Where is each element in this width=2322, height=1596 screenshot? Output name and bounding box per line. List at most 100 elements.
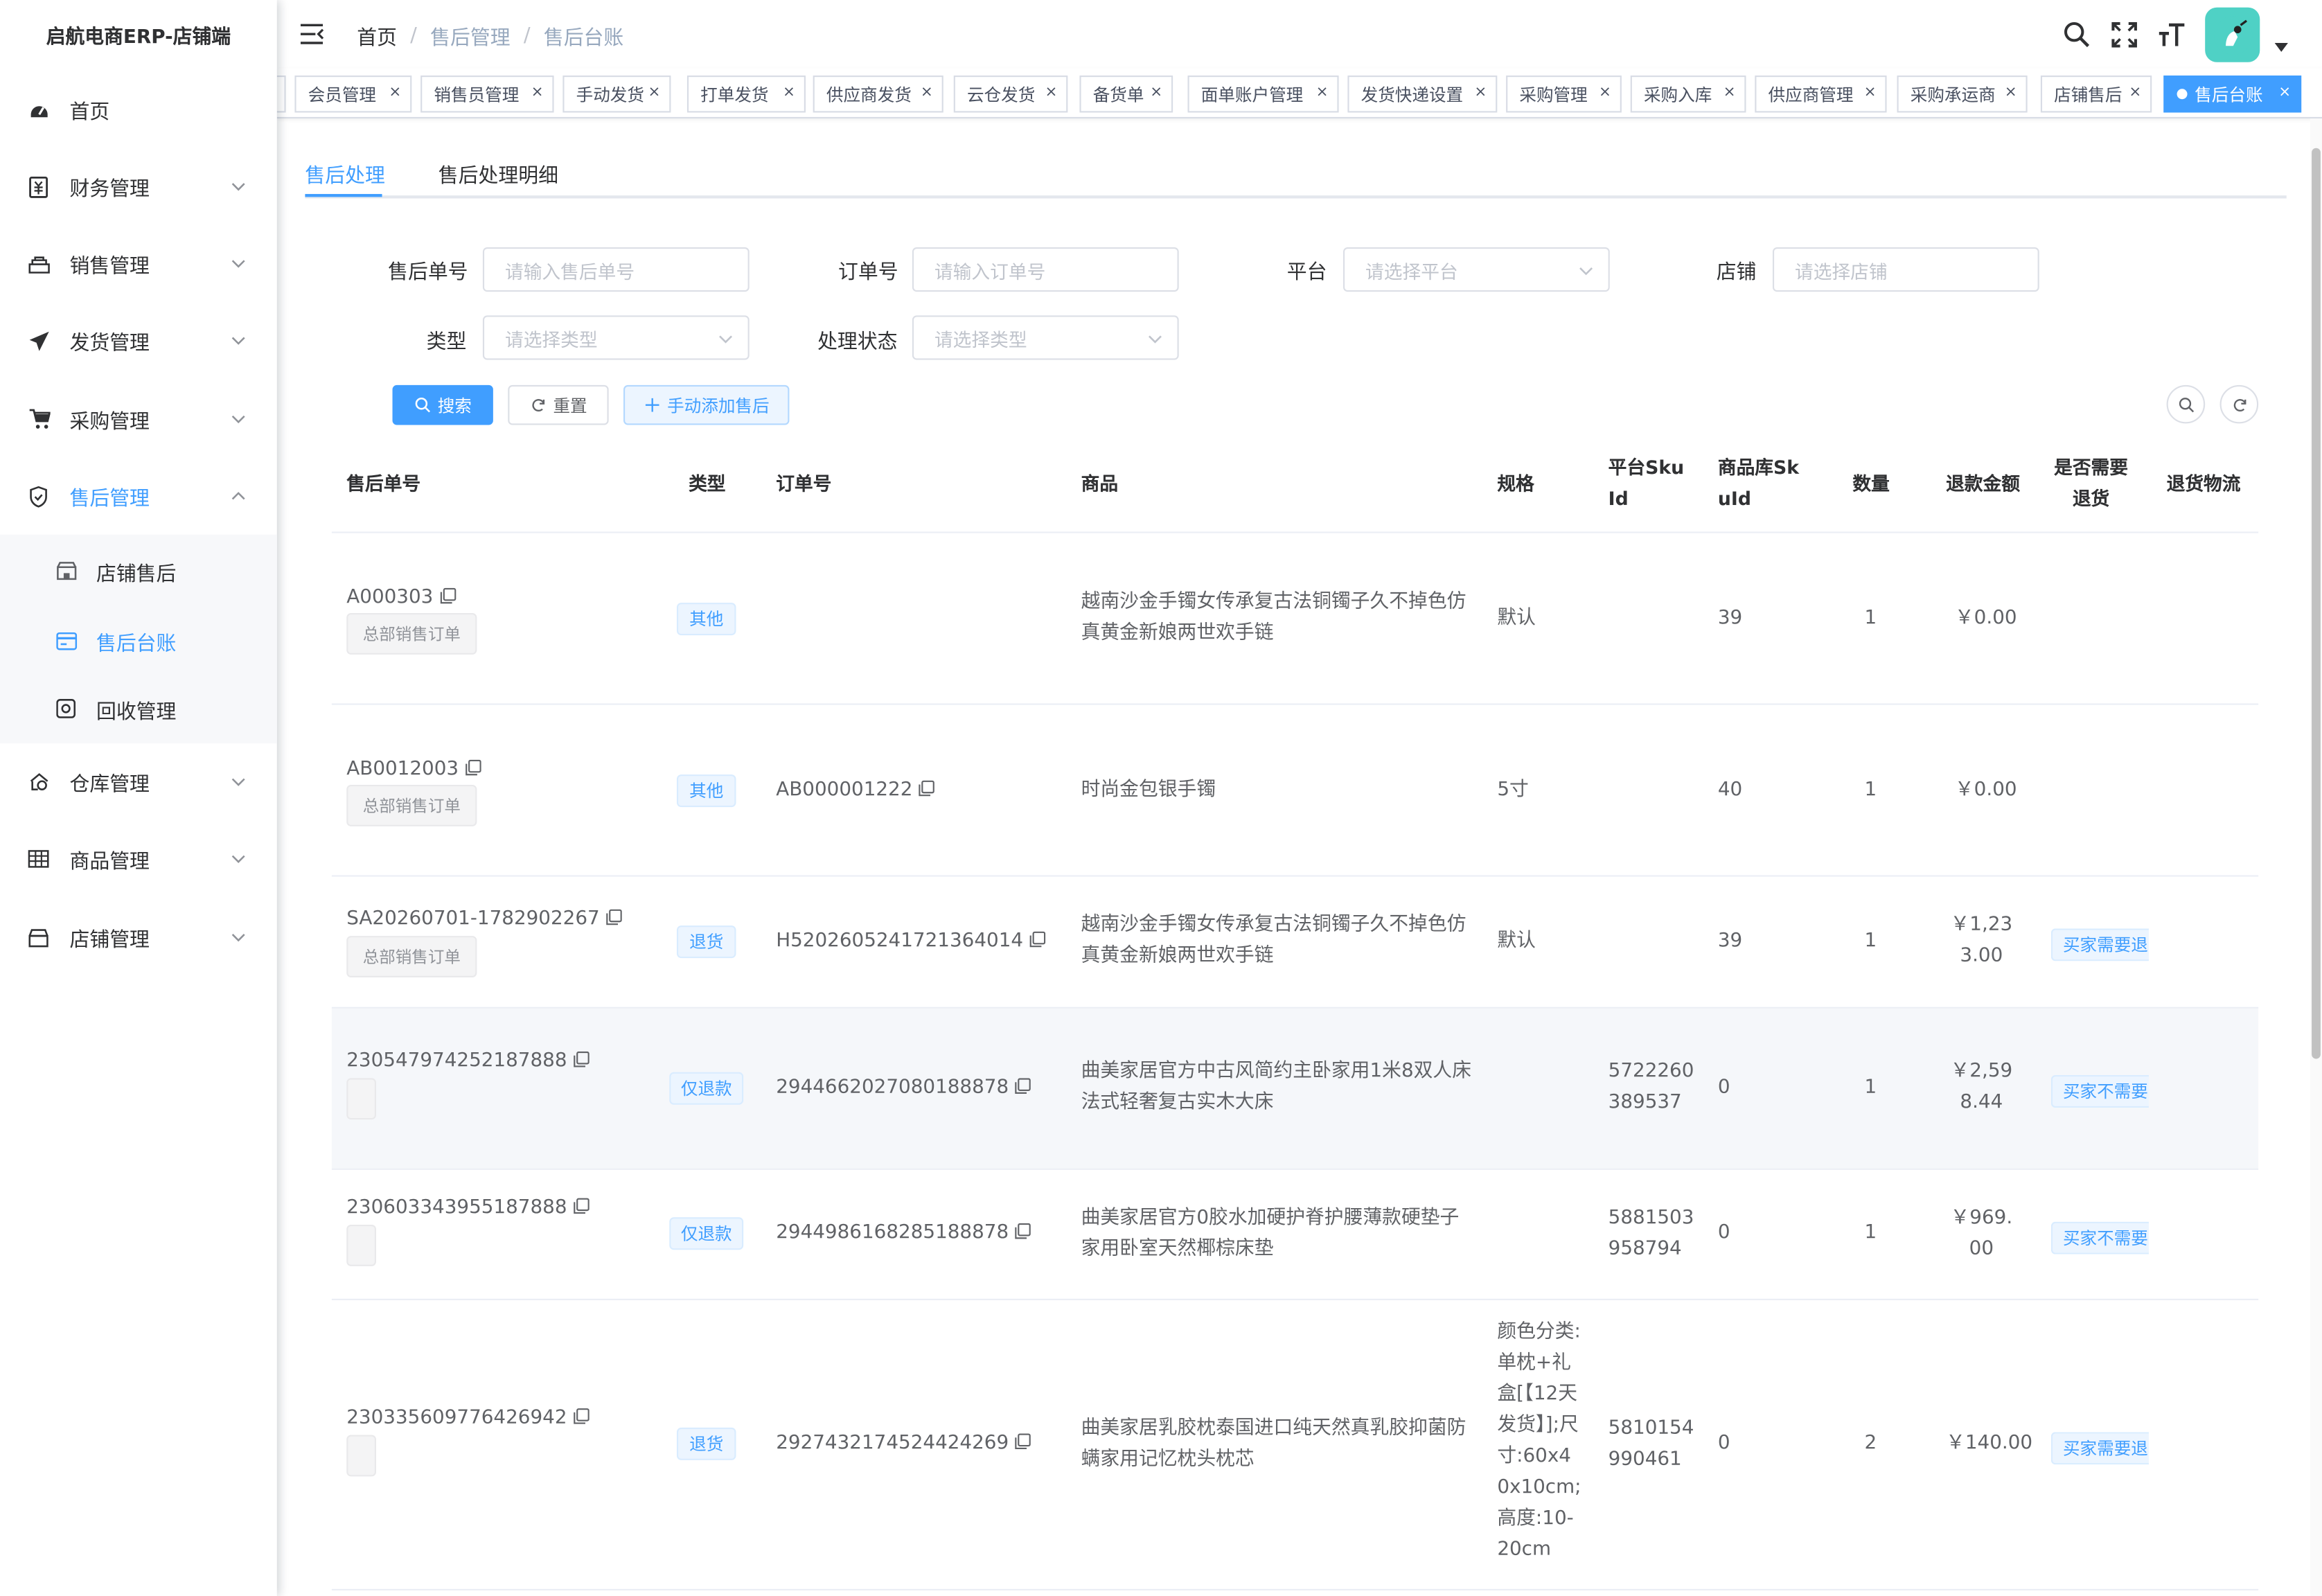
tag-waybill-account[interactable]: 面单账户管理 ×	[1187, 76, 1339, 113]
hamburger-icon[interactable]	[299, 22, 324, 46]
close-icon[interactable]: ×	[648, 85, 661, 101]
tag-purchase[interactable]: 采购管理 ×	[1506, 76, 1622, 113]
platform-select[interactable]: 请选择平台	[1342, 247, 1610, 292]
tag-print-ship[interactable]: 打单发货 ×	[686, 76, 806, 113]
search-icon[interactable]	[2063, 21, 2091, 49]
label-shop: 店铺	[1716, 260, 1757, 285]
tag-shop-after-sale[interactable]: 店铺售后 ×	[2040, 76, 2152, 113]
type-tag: 仅退款	[669, 1072, 744, 1105]
font-size-icon[interactable]	[2158, 21, 2186, 49]
copy-icon[interactable]	[605, 909, 622, 926]
tag-stock-order[interactable]: 备货单 ×	[1079, 76, 1173, 113]
copy-icon[interactable]	[1015, 1078, 1031, 1094]
close-icon[interactable]: ×	[2129, 85, 2141, 101]
sidebar-item-shipping[interactable]: 发货管理	[0, 302, 277, 379]
status-select[interactable]: 请选择类型	[912, 315, 1179, 360]
sidebar-item-warehouse[interactable]: 仓库管理	[0, 743, 277, 820]
plus-icon	[644, 398, 659, 412]
goods-sku-cell: 0	[1717, 1076, 1730, 1099]
caret-down-icon[interactable]	[2274, 42, 2288, 52]
th-type: 类型	[689, 472, 726, 495]
tag-salesperson[interactable]: 销售员管理 ×	[420, 76, 554, 113]
tag-supplier[interactable]: 供应商管理 ×	[1755, 76, 1887, 113]
copy-icon[interactable]	[439, 587, 456, 605]
close-icon[interactable]: ×	[1150, 85, 1162, 101]
close-icon[interactable]: ×	[1864, 85, 1877, 101]
sidebar-item-label: 店铺售后	[96, 562, 177, 586]
tag-supplier-ship[interactable]: 供应商发货 ×	[813, 76, 943, 113]
tag-purchase-in[interactable]: 采购入库 ×	[1630, 76, 1746, 113]
close-icon[interactable]: ×	[2005, 85, 2017, 101]
tag-express-setting[interactable]: 发货快递设置 ×	[1347, 76, 1498, 113]
breadcrumb-after-sale[interactable]: 售后管理	[430, 21, 510, 50]
tag-label: 手动发货	[576, 83, 644, 105]
copy-icon[interactable]	[465, 759, 481, 777]
close-icon[interactable]: ×	[389, 85, 401, 101]
shop-select[interactable]: 请选择店铺	[1772, 247, 2039, 292]
qty-cell: 1	[1864, 1221, 1877, 1244]
app-root: 启航电商ERP-店铺端 首页 财务管理 销售管理 发货管理 采购管理 售后管理 …	[0, 0, 2322, 1596]
chevron-down-icon	[231, 183, 245, 191]
amount-cell: ￥0.00	[1954, 607, 2017, 630]
sidebar-subitem-after-sale-ledger[interactable]: 售后台账	[0, 605, 277, 675]
sidebar-item-goods[interactable]: 商品管理	[0, 820, 277, 897]
user-avatar[interactable]	[2205, 7, 2260, 62]
tag-label: 采购入库	[1643, 83, 1712, 105]
reset-button-label: 重置	[553, 394, 587, 416]
spec-cell: 默认	[1497, 930, 1536, 952]
close-icon[interactable]: ×	[531, 85, 544, 101]
scrollbar-thumb[interactable]	[2312, 148, 2321, 1059]
close-icon[interactable]: ×	[1599, 85, 1611, 101]
type-select[interactable]: 请选择类型	[482, 315, 750, 360]
order-no-input[interactable]: 请输入订单号	[912, 247, 1179, 292]
close-icon[interactable]: ×	[1045, 85, 1057, 101]
sidebar-item-shop[interactable]: 店铺管理	[0, 899, 277, 976]
add-after-sale-button[interactable]: 手动添加售后	[623, 384, 790, 425]
tab-after-sale-handle[interactable]: 售后处理	[305, 159, 384, 188]
close-icon[interactable]: ×	[1316, 85, 1329, 101]
reset-button[interactable]: 重置	[508, 384, 609, 425]
sidebar-item-after-sale[interactable]: 售后管理	[0, 458, 277, 535]
goods-sku-cell: 0	[1717, 1432, 1730, 1455]
copy-icon[interactable]	[1029, 931, 1046, 948]
tag-after-sale-ledger[interactable]: 售后台账 ×	[2163, 76, 2302, 113]
copy-icon[interactable]	[919, 780, 935, 797]
tag-manual-ship[interactable]: 手动发货 ×	[562, 76, 671, 113]
sidebar-item-sales[interactable]: 销售管理	[0, 225, 277, 302]
copy-icon[interactable]	[1015, 1223, 1031, 1240]
after-sale-no-input[interactable]: 请输入售后单号	[482, 247, 750, 292]
chevron-up-icon	[231, 492, 245, 500]
copy-icon[interactable]	[573, 1051, 590, 1068]
tag-carrier[interactable]: 采购承运商 ×	[1897, 76, 2028, 113]
chevron-down-icon	[231, 934, 245, 942]
tag-cloud-ship[interactable]: 云仓发货 ×	[953, 76, 1068, 113]
tag-label: 采购承运商	[1910, 83, 1996, 105]
close-icon[interactable]: ×	[2278, 85, 2291, 101]
copy-icon[interactable]	[1015, 1433, 1031, 1450]
copy-icon[interactable]	[573, 1408, 590, 1425]
cart-icon	[26, 407, 50, 431]
close-icon[interactable]: ×	[1474, 85, 1487, 101]
tags-view: 会员管理 × 销售员管理 × 手动发货 × 打单发货 × 供应商发货 × 云仓发货 × 备货…	[276, 68, 2322, 119]
sidebar-item-finance[interactable]: 财务管理	[0, 148, 277, 225]
sidebar-item-home[interactable]: 首页	[0, 71, 277, 148]
need-return-tag: 买家需要退货	[2050, 928, 2149, 961]
close-icon[interactable]: ×	[921, 85, 933, 101]
refresh-button[interactable]	[2219, 384, 2259, 424]
tab-after-sale-detail[interactable]: 售后处理明细	[438, 159, 558, 188]
copy-icon[interactable]	[573, 1198, 590, 1214]
sidebar-subitem-shop-after-sale[interactable]: 店铺售后	[0, 536, 277, 605]
close-icon[interactable]: ×	[783, 85, 795, 101]
tag-member[interactable]: 会员管理 ×	[294, 76, 412, 113]
order-no-text: AB000001222	[776, 779, 913, 801]
fullscreen-icon[interactable]	[2110, 21, 2138, 49]
breadcrumb-home[interactable]: 首页	[357, 21, 397, 50]
sidebar-subitem-recycle[interactable]: 回收管理	[0, 674, 277, 743]
tag-truncated[interactable]	[276, 76, 286, 113]
search-button[interactable]: 搜索	[392, 384, 493, 425]
sidebar-item-purchase[interactable]: 采购管理	[0, 380, 277, 457]
close-icon[interactable]: ×	[1723, 85, 1736, 101]
need-return-tag: 买家不需要退货	[2050, 1075, 2149, 1108]
toggle-search-button[interactable]	[2166, 384, 2206, 424]
label-after-sale-no: 售后单号	[388, 260, 468, 285]
